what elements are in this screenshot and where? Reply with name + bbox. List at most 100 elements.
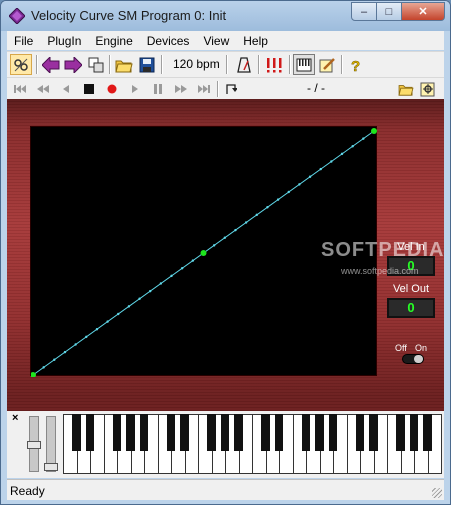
help-button[interactable]: ? bbox=[345, 55, 365, 75]
stop-button[interactable] bbox=[80, 81, 98, 97]
piano-keyboard[interactable] bbox=[63, 414, 442, 474]
black-key[interactable] bbox=[72, 414, 81, 451]
main-toolbar: 120 bpm ? bbox=[7, 51, 444, 77]
play-button[interactable] bbox=[126, 81, 144, 97]
edit-button[interactable] bbox=[317, 55, 337, 75]
close-button[interactable]: ✕ bbox=[401, 2, 445, 21]
record-button[interactable] bbox=[103, 81, 121, 97]
toolbar-separator bbox=[258, 55, 260, 74]
properties-icon bbox=[14, 58, 28, 71]
rewind-button[interactable] bbox=[34, 81, 52, 97]
maximize-icon: □ bbox=[385, 5, 393, 18]
to-start-button[interactable] bbox=[11, 81, 29, 97]
curve-control-point[interactable] bbox=[200, 250, 207, 256]
black-key[interactable] bbox=[166, 414, 176, 451]
curve-sample-dot bbox=[223, 236, 227, 239]
curve-sample-dot bbox=[74, 343, 77, 346]
settings-icon bbox=[420, 82, 435, 97]
panic-icon bbox=[267, 58, 282, 73]
menu-view[interactable]: View bbox=[196, 34, 236, 48]
step-back-button[interactable] bbox=[57, 81, 75, 97]
keyboard-icon bbox=[296, 58, 312, 71]
black-key[interactable] bbox=[139, 414, 149, 451]
keyboard-close-button[interactable]: × bbox=[12, 412, 18, 424]
status-bar: Ready bbox=[7, 479, 444, 500]
menu-file[interactable]: File bbox=[7, 34, 40, 48]
black-key[interactable] bbox=[261, 414, 270, 451]
forward-button[interactable] bbox=[63, 55, 83, 75]
black-key[interactable] bbox=[220, 414, 230, 451]
curve-sample-dot bbox=[117, 312, 120, 316]
resize-grip[interactable] bbox=[432, 488, 442, 498]
black-key[interactable] bbox=[234, 414, 243, 451]
to-end-button[interactable] bbox=[195, 81, 213, 97]
metronome-button[interactable] bbox=[234, 55, 254, 75]
mod-wheel[interactable] bbox=[44, 416, 58, 472]
curve-sample-dot bbox=[276, 198, 280, 201]
black-key[interactable] bbox=[301, 414, 311, 451]
toggle-knob bbox=[414, 355, 423, 363]
stop-icon bbox=[84, 84, 94, 94]
toolbar-separator bbox=[226, 55, 228, 74]
curve-control-point[interactable] bbox=[31, 372, 36, 377]
pause-icon bbox=[154, 84, 162, 94]
close-icon: ✕ bbox=[418, 6, 428, 18]
menu-devices[interactable]: Devices bbox=[140, 34, 197, 48]
properties-button[interactable] bbox=[10, 54, 32, 75]
black-key[interactable] bbox=[369, 414, 378, 451]
toolbar-separator bbox=[341, 55, 343, 74]
enable-toggle-switch[interactable] bbox=[402, 354, 424, 364]
edit-icon bbox=[319, 58, 335, 73]
app-diamond-icon bbox=[9, 8, 25, 24]
maximize-button[interactable]: □ bbox=[376, 2, 402, 21]
menu-engine[interactable]: Engine bbox=[88, 34, 139, 48]
curve-control-point[interactable] bbox=[371, 128, 377, 134]
curve-sample-dot bbox=[53, 358, 56, 361]
curve-sample-dot bbox=[287, 190, 290, 194]
black-key[interactable] bbox=[112, 414, 122, 451]
pause-button[interactable] bbox=[149, 81, 167, 97]
curve-sample-dot bbox=[244, 221, 248, 224]
menu-plugin[interactable]: PlugIn bbox=[40, 34, 88, 48]
transport-toolbar: - / - bbox=[7, 77, 444, 99]
black-key[interactable] bbox=[180, 414, 189, 451]
softpedia-watermark-url: www.softpedia.com bbox=[341, 266, 419, 276]
black-key[interactable] bbox=[207, 414, 216, 451]
minimize-button[interactable]: – bbox=[351, 2, 377, 21]
open-file-button[interactable] bbox=[396, 80, 416, 98]
panic-button[interactable] bbox=[263, 55, 285, 75]
record-icon bbox=[107, 84, 117, 94]
copy-window-button[interactable] bbox=[86, 55, 106, 75]
window-title: Velocity Curve SM Program 0: Init bbox=[31, 8, 227, 23]
pitch-wheel-thumb[interactable] bbox=[27, 441, 41, 449]
save-button[interactable] bbox=[137, 55, 157, 75]
title-bar[interactable]: Velocity Curve SM Program 0: Init – □ ✕ bbox=[1, 1, 450, 31]
back-button[interactable] bbox=[41, 55, 61, 75]
settings-button[interactable] bbox=[418, 80, 438, 98]
loop-icon bbox=[226, 84, 237, 94]
keyboard-toggle-button[interactable] bbox=[293, 54, 315, 75]
softpedia-watermark: SOFTPEDIA bbox=[321, 239, 445, 261]
mod-wheel-thumb[interactable] bbox=[44, 463, 58, 471]
black-key[interactable] bbox=[355, 414, 365, 451]
help-icon: ? bbox=[351, 58, 361, 73]
plugin-panel: Vel In 0 Vel Out 0 Off On SOFTPEDIA www.… bbox=[7, 99, 444, 411]
black-key[interactable] bbox=[423, 414, 432, 451]
pitch-wheel[interactable] bbox=[27, 416, 41, 472]
curve-sample-dot bbox=[255, 213, 258, 217]
black-key[interactable] bbox=[85, 414, 95, 451]
black-key[interactable] bbox=[315, 414, 324, 451]
status-text: Ready bbox=[10, 484, 45, 498]
loop-button[interactable] bbox=[222, 81, 240, 97]
black-key[interactable] bbox=[274, 414, 284, 451]
fast-forward-button[interactable] bbox=[172, 81, 190, 97]
menu-help[interactable]: Help bbox=[236, 34, 275, 48]
curve-sample-dot bbox=[319, 167, 322, 171]
black-key[interactable] bbox=[126, 414, 135, 451]
black-key[interactable] bbox=[328, 414, 338, 451]
black-key[interactable] bbox=[409, 414, 419, 451]
open-button[interactable] bbox=[114, 55, 134, 75]
black-key[interactable] bbox=[396, 414, 405, 451]
vel-out-display: 0 bbox=[387, 298, 435, 318]
tempo-display[interactable]: 120 bpm bbox=[173, 57, 220, 71]
